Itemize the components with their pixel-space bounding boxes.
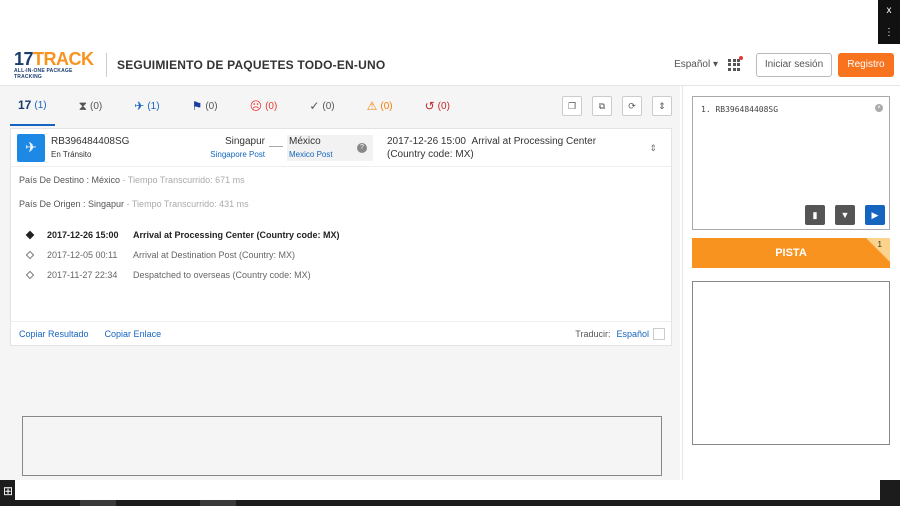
expand-icon[interactable]: ⇕	[649, 143, 657, 154]
filter-count: (0)	[205, 100, 218, 112]
origin-carrier-link[interactable]: Singapore Post	[205, 150, 265, 159]
in-transit-icon: ✈	[17, 133, 45, 162]
translate-language-select[interactable]: Español	[616, 329, 649, 339]
origin-label: País De Origen : Singapur	[19, 199, 125, 209]
filter-count: (0)	[322, 100, 335, 112]
ad-placeholder	[22, 416, 662, 476]
filter-tab-undelivered[interactable]: ☹ (0)	[242, 86, 286, 126]
logo[interactable]: 17TRACK ALL-IN-ONE PACKAGE TRACKING	[14, 50, 100, 80]
copy-icon[interactable]: ❐	[562, 96, 582, 116]
header-divider	[106, 52, 107, 77]
timeline-dot	[25, 250, 35, 260]
event-date: 2017-12-05 00:11	[47, 250, 118, 260]
event-date: 2017-12-26 15:00	[47, 230, 119, 240]
destination-time: - Tiempo Transcurrido: 671 ms	[120, 175, 245, 185]
copy-result-link[interactable]: Copiar Resultado	[19, 329, 89, 339]
event-date: 2017-11-27 22:34	[47, 270, 118, 280]
trash-icon[interactable]: ▮	[805, 205, 825, 225]
filter-count: (1)	[147, 100, 160, 112]
track-button[interactable]: PISTA 1	[692, 238, 890, 268]
origin-info: País De Origen : Singapur - Tiempo Trans…	[19, 199, 663, 223]
latest-event: 2017-12-26 15:00 Arrival at Processing C…	[387, 135, 637, 161]
latest-event-date: 2017-12-26 15:00	[387, 136, 466, 147]
filter-count: (0)	[90, 100, 103, 112]
event-timeline: 2017-12-26 15:00 Arrival at Processing C…	[25, 225, 671, 285]
windows-start-icon[interactable]: ⊞	[3, 484, 13, 498]
filter-tab-all[interactable]: 17 (1)	[10, 86, 55, 126]
timeline-event: 2017-11-27 22:34 Despatched to overseas …	[25, 265, 671, 285]
refresh-icon[interactable]: ⟳	[622, 96, 642, 116]
status-filter-bar: 17 (1) ⧗ (0) ✈ (1) ⚑ (0) ☹ (0) ✓ (0) ⚠ (…	[10, 86, 672, 126]
filter-icon[interactable]: ▼	[835, 205, 855, 225]
sad-face-icon: ☹	[249, 99, 263, 113]
filter-count: (0)	[380, 100, 393, 112]
event-desc: Arrival at Processing Center (Country co…	[133, 230, 340, 240]
clear-icon[interactable]: ×	[875, 104, 883, 112]
logo-number: 17	[14, 48, 34, 69]
card-footer: Copiar Resultado Copiar Enlace Traducir:…	[11, 321, 671, 345]
window-controls: x ⋮	[878, 0, 900, 44]
event-desc: Arrival at Destination Post (Country: MX…	[133, 250, 296, 260]
shipment-card: ✈ RB396484408SG En Tránsito Singapur Sin…	[10, 128, 672, 346]
filter-tab-alert[interactable]: ⚠ (0)	[359, 86, 401, 126]
destination-label: País De Destino : México	[19, 175, 121, 185]
truck-icon[interactable]: ▶	[865, 205, 885, 225]
logo-text: TRACK	[33, 48, 94, 69]
collapse-icon[interactable]: ⇕	[652, 96, 672, 116]
panel-divider	[682, 86, 683, 480]
route-arrow	[269, 146, 283, 147]
site-header: 17TRACK ALL-IN-ONE PACKAGE TRACKING SEGU…	[0, 44, 900, 86]
copy-all-icon[interactable]: ⧉	[592, 96, 612, 116]
check-icon: ✓	[309, 99, 320, 113]
register-button[interactable]: Registro	[838, 52, 894, 77]
language-select[interactable]: Español ▾	[674, 59, 718, 70]
event-desc: Despatched to overseas (Country code: MX…	[133, 270, 311, 280]
timeline-dot	[25, 230, 35, 240]
timeline-event: 2017-12-26 15:00 Arrival at Processing C…	[25, 225, 671, 245]
taskbar: ⊞	[0, 480, 900, 506]
close-icon[interactable]: x	[878, 0, 900, 22]
timeline-event: 2017-12-05 00:11 Arrival at Destination …	[25, 245, 671, 265]
results-panel: 17 (1) ⧗ (0) ✈ (1) ⚑ (0) ☹ (0) ✓ (0) ⚠ (…	[0, 86, 680, 480]
login-button[interactable]: Iniciar sesión	[756, 52, 832, 77]
filter-tab-delivered[interactable]: ✓ (0)	[301, 86, 342, 126]
origin-time: - Tiempo Transcurrido: 431 ms	[124, 199, 249, 209]
flag-icon: ⚑	[191, 99, 203, 113]
translate-label: Traducir:	[575, 328, 611, 339]
taskbar-app[interactable]	[200, 500, 236, 506]
filter-count: (0)	[437, 100, 450, 112]
side-ad-placeholder	[692, 281, 890, 445]
tracking-number-input[interactable]: 1. RB396484408SG × ▮ ▼ ▶	[692, 96, 890, 230]
help-icon[interactable]: ?	[357, 142, 367, 153]
track-button-label: PISTA	[775, 247, 807, 259]
hourglass-icon: ⧗	[78, 98, 88, 113]
filter-count: (1)	[34, 99, 47, 111]
filter-count: (0)	[265, 100, 278, 112]
copy-link-link[interactable]: Copiar Enlace	[105, 329, 162, 339]
logo-tagline: ALL-IN-ONE PACKAGE TRACKING	[14, 67, 73, 80]
filter-tab-in-transit[interactable]: ✈ (1)	[126, 86, 167, 126]
page-title: SEGUIMIENTO DE PAQUETES TODO-EN-UNO	[117, 57, 386, 72]
filter-tab-expired[interactable]: ↺ (0)	[417, 86, 458, 126]
more-menu-icon[interactable]: ⋮	[878, 22, 900, 44]
timeline-dot	[25, 270, 35, 280]
notification-dot	[739, 55, 743, 60]
shipment-summary[interactable]: ✈ RB396484408SG En Tránsito Singapur Sin…	[11, 129, 671, 167]
history-icon: ↺	[424, 99, 435, 113]
tracking-number: RB396484408SG	[51, 136, 130, 147]
input-text: 1. RB396484408SG	[701, 105, 779, 114]
taskbar-app[interactable]	[80, 500, 116, 506]
destination-info: País De Destino : México - Tiempo Transc…	[19, 175, 663, 199]
all-icon: 17	[18, 98, 32, 112]
warning-icon: ⚠	[366, 99, 378, 113]
origin-country: Singapur	[224, 136, 265, 147]
apps-grid-icon[interactable]	[728, 55, 743, 71]
overlay-bar	[15, 480, 880, 500]
filter-tab-not-found[interactable]: ⧗ (0)	[71, 86, 111, 126]
count-badge-number: 1	[877, 240, 882, 249]
shipment-status: En Tránsito	[51, 150, 92, 159]
filter-tab-pickup[interactable]: ⚑ (0)	[184, 86, 226, 126]
translate-checkbox[interactable]	[653, 327, 665, 340]
plane-icon: ✈	[134, 99, 145, 113]
